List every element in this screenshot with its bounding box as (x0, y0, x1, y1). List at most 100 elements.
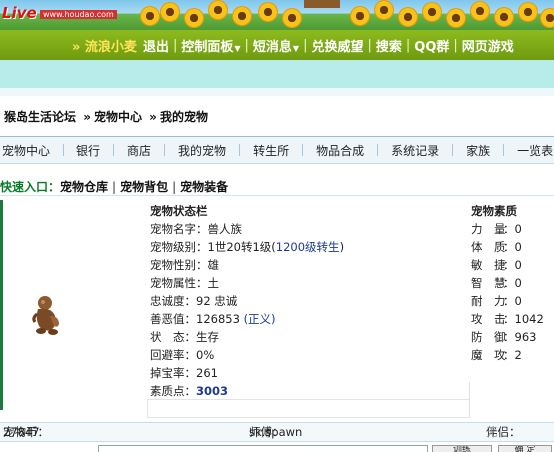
tab-divider (302, 144, 304, 156)
stat-label: 掉宝率： (150, 366, 196, 380)
nav-separator: | (172, 37, 178, 53)
quick-link-backpack[interactable]: 宠物背包 (120, 180, 168, 194)
action-input[interactable] (98, 445, 428, 452)
stat-label: 善恶值： (150, 312, 196, 326)
stat-label: 宠物属性： (150, 276, 208, 290)
header-band-lower (0, 88, 554, 96)
stat-value: 126853 (196, 312, 240, 326)
breadcrumb-arrow: » (149, 110, 157, 124)
tab-divider (503, 144, 505, 156)
nav-logout[interactable]: 退出 (143, 36, 169, 55)
stat-value: 92 忠诚 (196, 294, 238, 308)
sunflower-decoration (258, 2, 278, 22)
attr-label: 攻 击 (471, 312, 506, 326)
sunflower-decoration (374, 0, 394, 20)
attr-row-strength: 力 量：0 (471, 222, 522, 236)
pet-coins-value: 27847 (3, 425, 40, 439)
tab-my-pet[interactable]: 我的宠物 (178, 142, 226, 159)
nav-search[interactable]: 搜索 (376, 36, 402, 55)
attr-value: 0 (514, 294, 522, 308)
tab-system-log[interactable]: 系统记录 (391, 142, 439, 159)
stat-value: 雄 (207, 258, 220, 272)
nav-messages[interactable]: 短消息▼ (253, 36, 299, 55)
sunflower-decoration (160, 2, 180, 22)
pet-attributes-title: 宠物素质 (471, 204, 517, 218)
alignment-tag: (正义) (243, 312, 276, 326)
sunflower-decoration (208, 0, 228, 20)
nav-exchange[interactable]: 兑换威望 (311, 36, 363, 55)
attr-value: 0 (514, 222, 522, 236)
breadcrumb-current: 我的宠物 (159, 110, 208, 124)
sunflower-decoration (518, 2, 538, 22)
nav-control-panel[interactable]: 控制面板▼ (181, 36, 240, 55)
stat-label: 状 态： (150, 330, 196, 344)
quick-separator: | (112, 180, 117, 194)
sunflower-decoration (184, 8, 204, 28)
attr-row-endurance: 耐 力：0 (471, 294, 522, 308)
tab-crafting[interactable]: 物品合成 (316, 142, 364, 159)
tab-rebirth[interactable]: 转生所 (253, 142, 289, 159)
stat-value: 兽人族 (207, 222, 243, 236)
train-button[interactable]: 训练 (432, 445, 492, 452)
quality-points-value: 3003 (196, 384, 229, 398)
sunflower-decoration (350, 6, 370, 26)
tab-divider (63, 144, 65, 156)
attr-row-attack: 攻 击：1042 (471, 312, 544, 326)
top-nav: » 流浪小麦 退出 | 控制面板▼ | 短消息▼ | 兑换威望 | 搜索 | Q… (0, 30, 554, 60)
nav-separator: | (244, 37, 249, 53)
sunflower-decoration (446, 8, 466, 28)
tab-overview[interactable]: 一览表 (517, 142, 553, 159)
pet-status-title: 宠物状态栏 (150, 204, 208, 218)
attr-value: 1042 (514, 312, 544, 326)
attr-row-magic-attack: 魔 攻：2 (471, 348, 522, 362)
nav-qq-group[interactable]: QQ群 (414, 36, 449, 55)
confirm-button[interactable]: 确 定 (498, 445, 552, 452)
master-value: sk.spawn (249, 425, 303, 439)
breadcrumb-pet-center[interactable]: 宠物中心 (94, 110, 142, 124)
pet-avatar (32, 296, 59, 335)
pet-owner-info: 宠物币： 27847 师傅： sk.spawn 伴侣：无 (0, 422, 554, 442)
stat-row-alignment: 善恶值：126853 (正义) (147, 310, 469, 328)
stat-row-element: 宠物属性：土 (147, 274, 469, 292)
nav-username[interactable]: » 流浪小麦 (72, 36, 137, 55)
quick-entry: 快速入口：宠物仓库 | 宠物背包 | 宠物装备 (0, 174, 554, 196)
attr-label: 防 御 (471, 330, 506, 344)
site-logo[interactable]: Live (2, 4, 37, 22)
attr-row-wisdom: 智 慧：0 (471, 276, 522, 290)
tab-family[interactable]: 家族 (466, 142, 490, 159)
stat-label: 素质点： (150, 384, 196, 398)
pet-tabs: 宠物中心 银行 商店 我的宠物 转生所 物品合成 系统记录 家族 一览表 (0, 136, 554, 164)
tab-shop[interactable]: 商店 (127, 142, 151, 159)
stat-value: 261 (196, 366, 218, 380)
attr-row-defense: 防 御：963 (471, 330, 537, 344)
attr-label: 体 质 (471, 240, 506, 254)
sunflower-decoration (540, 8, 554, 28)
sunflower-decoration (422, 2, 442, 22)
tab-divider (377, 144, 379, 156)
nav-web-games[interactable]: 网页游戏 (462, 36, 514, 55)
partner-value: 无 (486, 425, 498, 439)
tab-bank[interactable]: 银行 (76, 142, 100, 159)
stat-label: 宠物级别： (150, 240, 208, 254)
stat-row-gender: 宠物性别：雄 (147, 256, 469, 274)
tab-pet-center[interactable]: 宠物中心 (2, 142, 50, 159)
tab-divider (452, 144, 454, 156)
chevron-down-icon: ▼ (234, 43, 241, 53)
attr-label: 智 慧 (471, 276, 506, 290)
panel-divider (469, 382, 470, 418)
quick-link-warehouse[interactable]: 宠物仓库 (60, 180, 108, 194)
attr-label: 敏 捷 (471, 258, 506, 272)
sunflower-decoration (282, 8, 302, 28)
attr-value: 963 (514, 330, 537, 344)
attr-value: 0 (514, 276, 522, 290)
rebirth-level-link[interactable]: 1200级转生 (276, 240, 340, 254)
stat-value: 1世20转1级 (207, 240, 272, 254)
quick-link-equipment[interactable]: 宠物装备 (180, 180, 228, 194)
stat-row-state: 状 态：生存 (147, 328, 469, 346)
stat-value: 土 (207, 276, 220, 290)
site-banner: Live www.houdao.com (0, 0, 554, 30)
stat-label: 宠物名字： (150, 222, 208, 236)
stat-row-loyalty: 忠诚度：92 忠诚 (147, 292, 469, 310)
breadcrumb-forum[interactable]: 猴岛生活论坛 (4, 110, 76, 124)
nav-separator: | (303, 37, 308, 53)
